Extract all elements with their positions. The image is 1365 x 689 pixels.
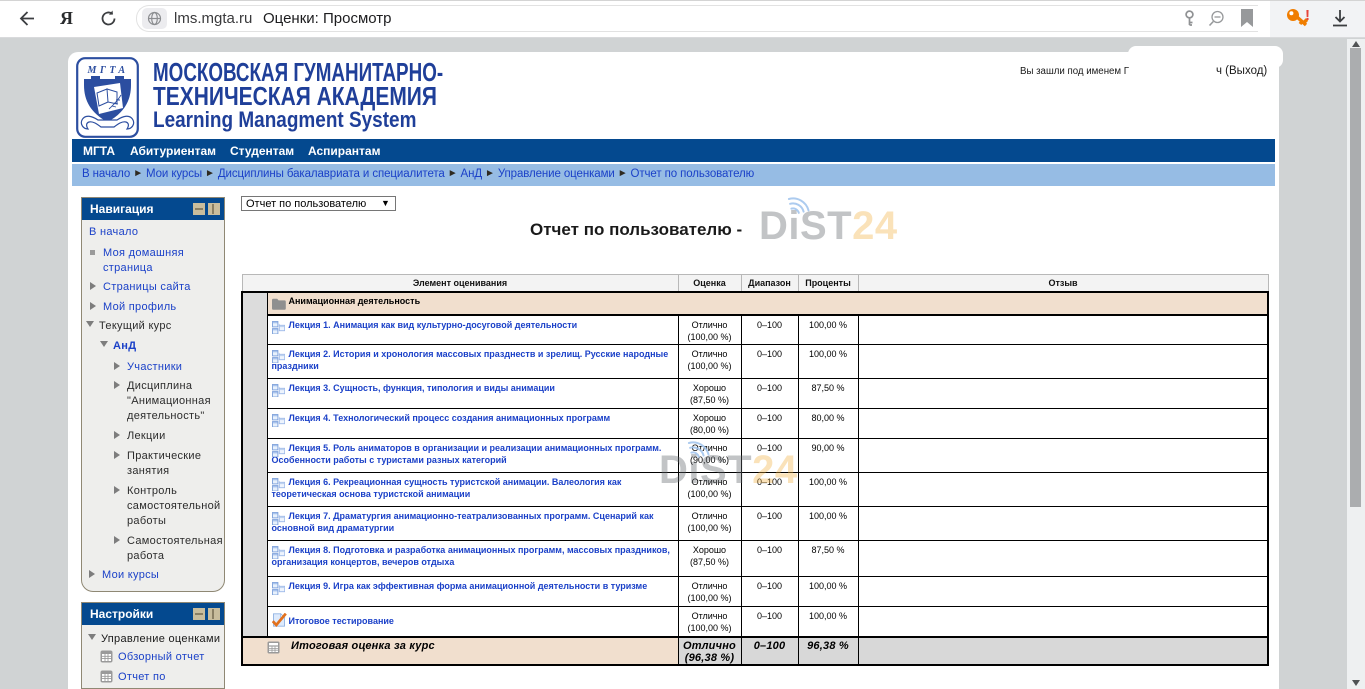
svg-text:МГТА: МГТА — [86, 65, 128, 76]
svg-text:!: ! — [1305, 8, 1310, 24]
